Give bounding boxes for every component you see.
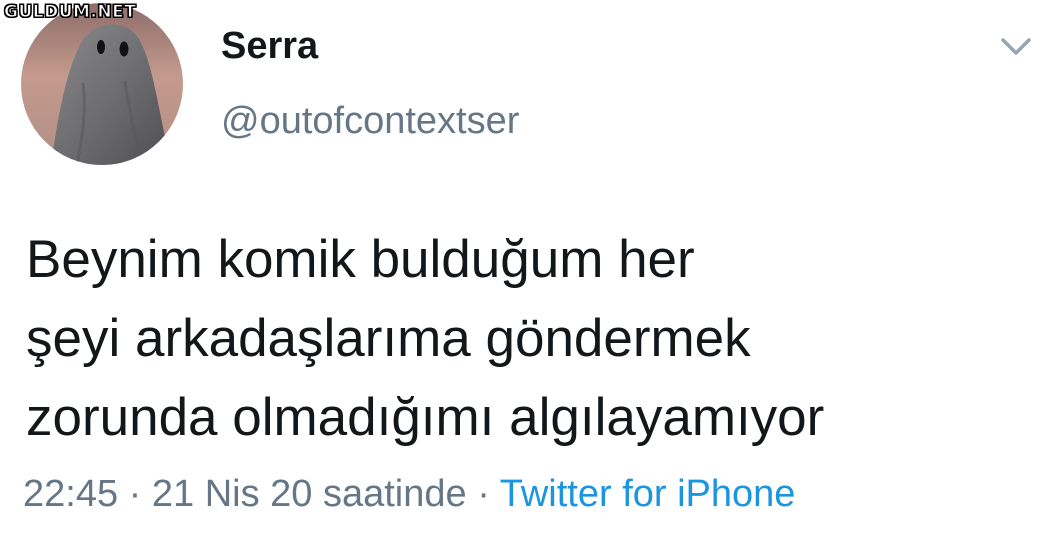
tweet-text-line: zorunda olmadığımı algılayamıyor xyxy=(26,388,825,447)
meta-separator: · xyxy=(477,473,490,515)
chevron-down-icon[interactable] xyxy=(1000,36,1032,58)
author-handle[interactable]: @outofcontextser xyxy=(221,100,519,143)
watermark-logo: GULDUM.NET xyxy=(3,2,137,23)
tweet-text-line: Beynim komik bulduğum her xyxy=(26,230,695,289)
avatar[interactable] xyxy=(21,3,183,165)
ghost-avatar-icon xyxy=(21,3,183,165)
tweet-time[interactable]: 22:45 xyxy=(23,473,118,515)
tweet-meta: 22:45 · 21 Nis 20 saatinde · Twitter for… xyxy=(23,473,796,516)
tweet-text-line: şeyi arkadaşlarıma göndermek xyxy=(26,309,751,368)
tweet-text: Beynim komik bulduğum her şeyi arkadaşla… xyxy=(26,220,1036,457)
author-display-name[interactable]: Serra xyxy=(221,25,318,68)
meta-separator: · xyxy=(128,473,142,515)
tweet-source-link[interactable]: Twitter for iPhone xyxy=(500,473,796,515)
tweet-date[interactable]: 21 Nis 20 saatinde xyxy=(152,473,467,515)
